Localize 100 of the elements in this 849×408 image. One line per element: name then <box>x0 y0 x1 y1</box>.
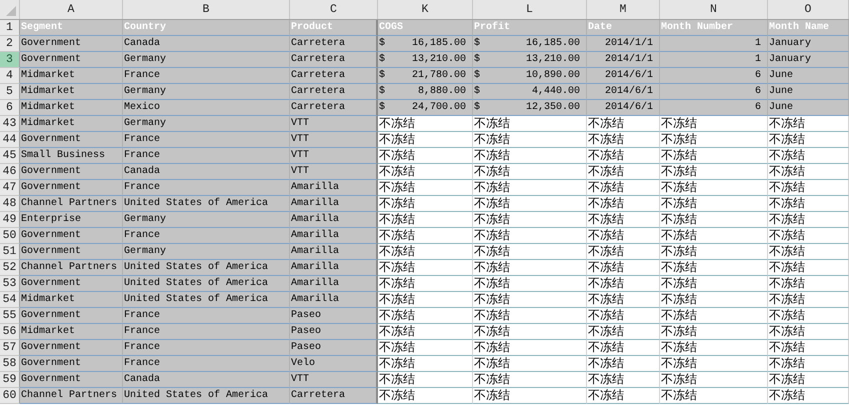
table-cell: United States of America <box>123 276 290 292</box>
table-cell: Government <box>20 132 123 148</box>
table-cell: 不冻结 <box>660 164 768 180</box>
row-header[interactable]: 3 <box>0 52 20 68</box>
header-cell: Month Name <box>768 20 849 36</box>
table-cell: 不冻结 <box>660 292 768 308</box>
table-cell: 不冻结 <box>660 196 768 212</box>
row-header[interactable]: 1 <box>0 20 20 36</box>
table-cell: Amarilla <box>290 260 378 276</box>
table-cell: Amarilla <box>290 244 378 260</box>
table-cell: 不冻结 <box>378 372 473 388</box>
table-cell: 不冻结 <box>768 308 849 324</box>
table-cell: Canada <box>123 372 290 388</box>
row-header[interactable]: 48 <box>0 196 20 212</box>
table-cell: Enterprise <box>20 212 123 228</box>
table-cell: United States of America <box>123 388 290 404</box>
row-header[interactable]: 56 <box>0 324 20 340</box>
column-header[interactable]: B <box>123 0 290 19</box>
table-cell: Carretera <box>290 84 378 100</box>
table-cell: 不冻结 <box>473 180 587 196</box>
row-header[interactable]: 58 <box>0 356 20 372</box>
table-cell: Carretera <box>290 388 378 404</box>
row-header[interactable]: 60 <box>0 388 20 404</box>
table-cell: 不冻结 <box>660 276 768 292</box>
table-cell: 不冻结 <box>768 116 849 132</box>
header-cell: Product <box>290 20 378 36</box>
table-cell: Canada <box>123 36 290 52</box>
row-header[interactable]: 55 <box>0 308 20 324</box>
table-cell: VTT <box>290 372 378 388</box>
header-cell: Segment <box>20 20 123 36</box>
table-cell: 不冻结 <box>660 212 768 228</box>
table-cell: 不冻结 <box>768 260 849 276</box>
table-cell: 不冻结 <box>587 308 660 324</box>
column-header[interactable]: N <box>660 0 768 19</box>
column-header[interactable]: M <box>587 0 660 19</box>
table-cell: 6 <box>660 100 768 116</box>
row-header[interactable]: 51 <box>0 244 20 260</box>
table-cell: France <box>123 148 290 164</box>
table-cell: 不冻结 <box>587 260 660 276</box>
row-header[interactable]: 52 <box>0 260 20 276</box>
currency-symbol: $ <box>379 84 386 99</box>
row-header[interactable]: 47 <box>0 180 20 196</box>
row-header[interactable]: 45 <box>0 148 20 164</box>
row-header[interactable]: 53 <box>0 276 20 292</box>
table-cell: Carretera <box>290 68 378 84</box>
table-cell: 不冻结 <box>587 324 660 340</box>
row-header[interactable]: 49 <box>0 212 20 228</box>
table-cell: 不冻结 <box>473 340 587 356</box>
table-cell: 1 <box>660 36 768 52</box>
amount-text: 13,210.00 <box>526 53 580 67</box>
column-header[interactable]: L <box>473 0 587 19</box>
table-cell: 不冻结 <box>660 260 768 276</box>
table-cell: Amarilla <box>290 228 378 244</box>
table-cell: 2014/6/1 <box>587 84 660 100</box>
table-cell: 不冻结 <box>587 356 660 372</box>
table-cell: VTT <box>290 148 378 164</box>
table-cell: Canada <box>123 164 290 180</box>
table-cell: 不冻结 <box>473 212 587 228</box>
amount-text: 16,185.00 <box>526 37 580 51</box>
table-cell: 2014/1/1 <box>587 52 660 68</box>
table-cell: Carretera <box>290 100 378 116</box>
table-cell: 不冻结 <box>768 180 849 196</box>
table-cell: 不冻结 <box>587 340 660 356</box>
column-header[interactable]: K <box>378 0 473 19</box>
table-cell: 2014/1/1 <box>587 36 660 52</box>
row-header[interactable]: 54 <box>0 292 20 308</box>
currency-symbol: $ <box>379 36 386 51</box>
table-cell: 不冻结 <box>768 292 849 308</box>
row-header[interactable]: 46 <box>0 164 20 180</box>
table-cell: 6 <box>660 84 768 100</box>
table-cell: 不冻结 <box>587 388 660 404</box>
row-header[interactable]: 59 <box>0 372 20 388</box>
currency-symbol: $ <box>474 100 480 115</box>
row-header[interactable]: 57 <box>0 340 20 356</box>
row-header[interactable]: 44 <box>0 132 20 148</box>
amount-text: 24,700.00 <box>412 101 466 115</box>
table-cell: Midmarket <box>20 100 123 116</box>
column-header[interactable]: O <box>768 0 849 19</box>
table-cell: 不冻结 <box>378 196 473 212</box>
table-cell: 不冻结 <box>378 212 473 228</box>
row-header[interactable]: 43 <box>0 116 20 132</box>
row-header[interactable]: 50 <box>0 228 20 244</box>
table-cell: 不冻结 <box>660 132 768 148</box>
row-header[interactable]: 5 <box>0 84 20 100</box>
table-cell: 不冻结 <box>768 196 849 212</box>
table-cell: France <box>123 308 290 324</box>
table-cell: Midmarket <box>20 292 123 308</box>
table-cell: 不冻结 <box>768 356 849 372</box>
table-cell: 不冻结 <box>768 388 849 404</box>
column-header[interactable]: C <box>290 0 378 19</box>
table-cell: 6 <box>660 68 768 84</box>
row-header[interactable]: 2 <box>0 36 20 52</box>
select-all-icon[interactable] <box>6 6 16 16</box>
row-header[interactable]: 6 <box>0 100 20 116</box>
table-cell: 不冻结 <box>473 388 587 404</box>
table-cell: Midmarket <box>20 324 123 340</box>
row-header[interactable]: 4 <box>0 68 20 84</box>
table-cell: 不冻结 <box>587 212 660 228</box>
table-cell: 不冻结 <box>378 164 473 180</box>
column-header[interactable]: A <box>20 0 123 19</box>
